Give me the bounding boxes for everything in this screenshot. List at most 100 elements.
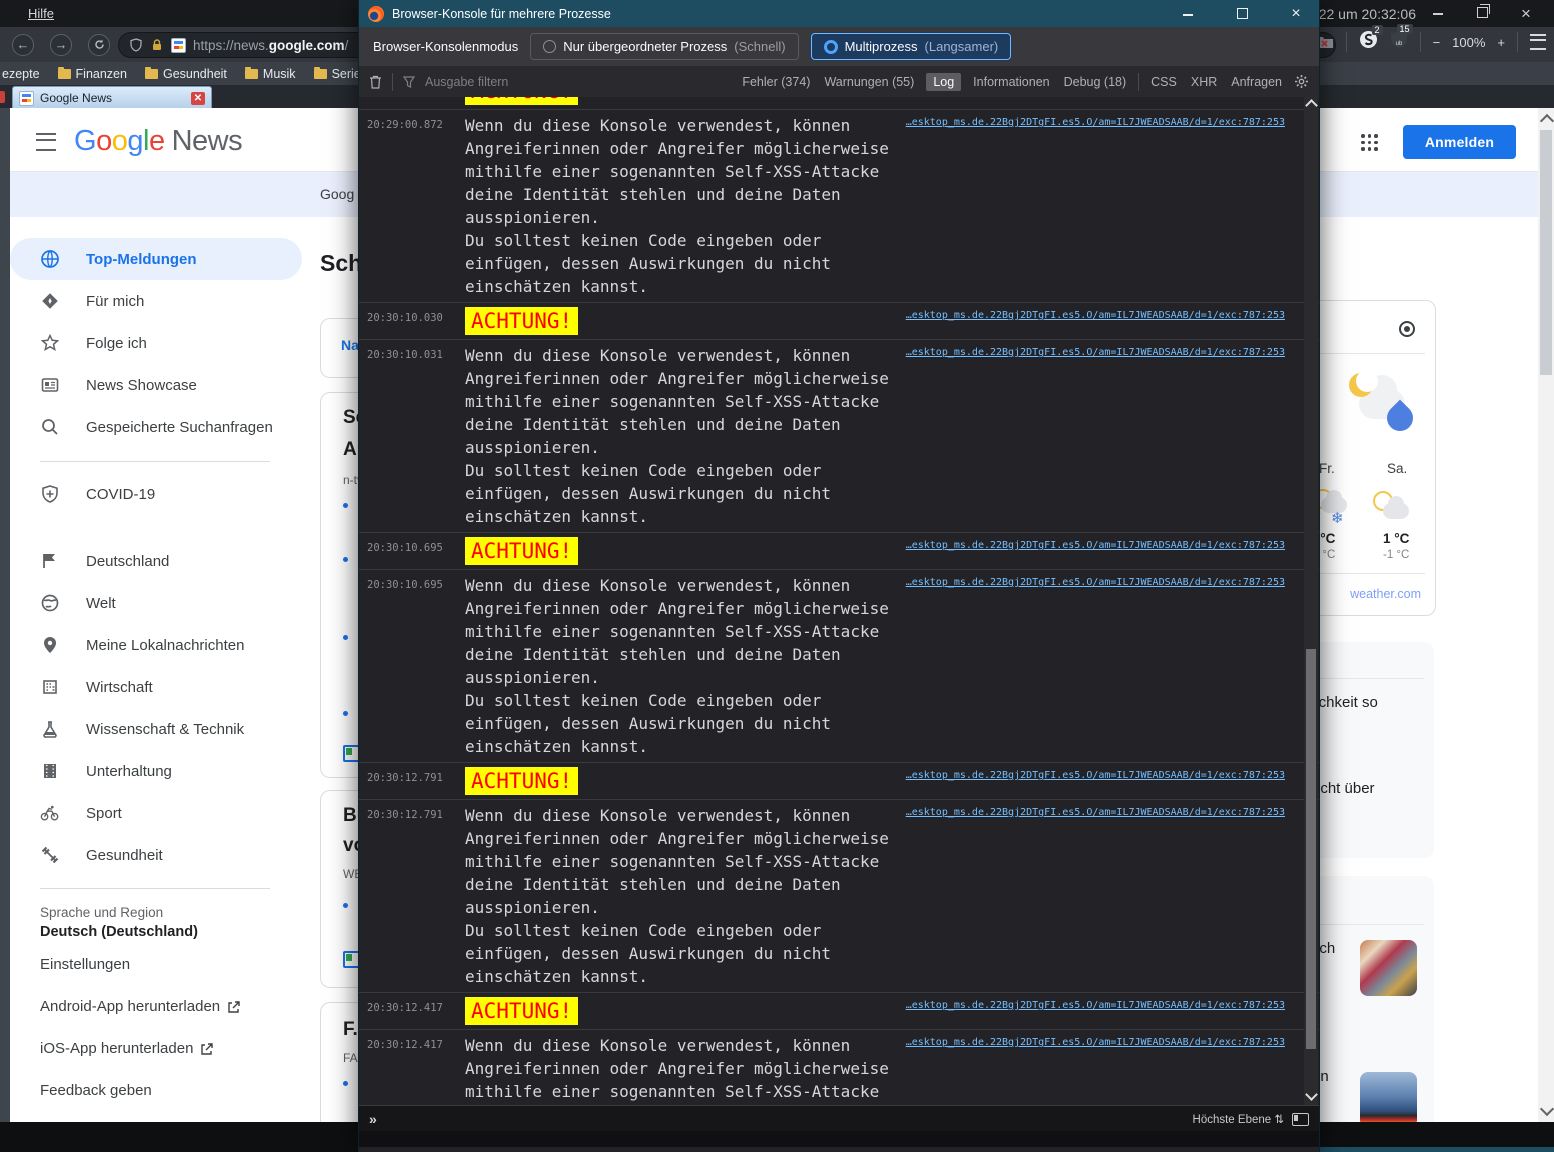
sidebar-item-deutschland[interactable]: Deutschland: [10, 540, 302, 582]
reload-button[interactable]: [88, 34, 110, 56]
clear-output-icon[interactable]: [369, 75, 382, 89]
mode-option-multiprocess[interactable]: Multiprozess (Langsamer): [810, 33, 1012, 60]
zoom-in-button[interactable]: +: [1497, 35, 1505, 50]
sidebar-item-covid-19[interactable]: COVID-19: [10, 473, 302, 515]
sidebar-item-gesundheit[interactable]: Gesundheit: [10, 834, 302, 876]
bookmark-folder[interactable]: Musik: [244, 66, 296, 81]
filter-css[interactable]: CSS: [1149, 73, 1179, 91]
zoom-out-button[interactable]: −: [1433, 35, 1441, 50]
console-scroll-down-arrow[interactable]: [1305, 1088, 1318, 1101]
dumbbell-icon: [40, 845, 60, 865]
zoom-level[interactable]: 100%: [1452, 35, 1485, 50]
console-maximize-button[interactable]: [1219, 6, 1265, 22]
log-entry-warning-body: 20:29:00.872 Wenn du diese Konsole verwen…: [359, 110, 1319, 303]
weather-com-link[interactable]: weather.com: [1350, 587, 1421, 601]
diamond-icon: [40, 291, 60, 311]
window-left-edge: [0, 108, 10, 1122]
back-button[interactable]: ←: [12, 34, 34, 56]
article-title-fragment[interactable]: lichkeit so: [1312, 694, 1378, 711]
card-tab-label[interactable]: Na: [341, 337, 359, 353]
filter-informationen[interactable]: Informationen: [971, 73, 1051, 91]
log-source-link[interactable]: …esktop_ms.de.22Bgj2DTgFI.es5.O/am=IL7JW…: [906, 117, 1285, 128]
window-minimize-button[interactable]: [1416, 5, 1460, 22]
partial-tab-close[interactable]: [0, 91, 5, 103]
sidebar-item-welt[interactable]: Welt: [10, 582, 302, 624]
tab-close-button[interactable]: ✕: [191, 91, 205, 105]
globe-grid-icon: [40, 249, 60, 269]
scroll-down-arrow[interactable]: [1539, 1101, 1554, 1117]
page-scrollbar[interactable]: [1538, 108, 1554, 1122]
article-thumbnail[interactable]: [1360, 940, 1417, 996]
log-source-link[interactable]: …esktop_ms.de.22Bgj2DTgFI.es5.O/am=IL7JW…: [906, 770, 1285, 781]
covid-shield-icon: [40, 484, 60, 504]
console-scrollbar-thumb[interactable]: [1306, 649, 1316, 1049]
bookmark-folder[interactable]: Gesundheit: [144, 66, 227, 81]
log-source-link[interactable]: …esktop_ms.de.22Bgj2DTgFI.es5.O/am=IL7JW…: [906, 540, 1285, 551]
log-source-link[interactable]: …esktop_ms.de.22Bgj2DTgFI.es5.O/am=IL7JW…: [906, 807, 1285, 818]
google-news-logo[interactable]: Google News: [74, 125, 243, 158]
mode-option-parent-process[interactable]: Nur übergeordneter Prozess (Schnell): [530, 33, 799, 60]
filter-warnungen[interactable]: Warnungen (55): [822, 73, 916, 91]
log-timestamp: [367, 97, 465, 105]
tab-google-news[interactable]: Google News ✕: [12, 86, 212, 109]
filter-debug[interactable]: Debug (18): [1062, 73, 1129, 91]
menu-hilfe[interactable]: Hilfe: [28, 6, 54, 21]
sidebar-item-ios-app[interactable]: iOS-App herunterladen: [40, 1040, 214, 1057]
console-scroll-up-arrow[interactable]: [1305, 99, 1318, 112]
navbar-right-cluster: 2 ub 15 − 100% +: [1316, 24, 1546, 54]
apps-grid-icon[interactable]: [1361, 134, 1378, 151]
ublock-icon[interactable]: ub 15: [1390, 24, 1413, 54]
forward-button[interactable]: →: [50, 34, 72, 56]
log-source-link[interactable]: …esktop_ms.de.22Bgj2DTgFI.es5.O/am=IL7JW…: [906, 1037, 1285, 1048]
split-console-icon[interactable]: [1292, 1112, 1309, 1126]
scroll-up-arrow[interactable]: [1539, 113, 1554, 129]
window-close-button[interactable]: ×: [1504, 4, 1548, 24]
log-source-link[interactable]: …esktop_ms.de.22Bgj2DTgFI.es5.O/am=IL7JW…: [906, 347, 1285, 358]
sidebar-item-android-app[interactable]: Android-App herunterladen: [40, 998, 240, 1015]
filter-fehler[interactable]: Fehler (374): [740, 73, 812, 91]
console-minimize-button[interactable]: [1165, 6, 1211, 22]
settings-gear-icon[interactable]: [1294, 74, 1309, 89]
sidebar-item-wirtschaft[interactable]: Wirtschaft: [10, 666, 302, 708]
extension-s-icon[interactable]: 2: [1359, 25, 1383, 54]
log-source-link[interactable]: …esktop_ms.de.22Bgj2DTgFI.es5.O/am=IL7JW…: [906, 310, 1285, 321]
console-close-button[interactable]: ×: [1273, 5, 1319, 23]
hamburger-menu-icon[interactable]: [1530, 34, 1546, 50]
window-restore-button[interactable]: [1460, 4, 1504, 22]
log-entry-warning-title: 20:30:12.417 ACHTUNG! …esktop_ms.de.22Bgj2…: [359, 993, 1319, 1030]
log-timestamp: 20:30:10.030: [367, 312, 443, 324]
filter-log[interactable]: Log: [926, 72, 962, 91]
filter-xhr[interactable]: XHR: [1189, 73, 1219, 91]
sign-in-button[interactable]: Anmelden: [1403, 125, 1516, 159]
sidebar-item-einstellungen[interactable]: Einstellungen: [40, 956, 130, 973]
log-source-link[interactable]: …esktop_ms.de.22Bgj2DTgFI.es5.O/am=IL7JW…: [906, 1000, 1285, 1011]
evaluation-context-selector[interactable]: Höchste Ebene ⇅: [1193, 1112, 1284, 1126]
sidebar-item-wissenschaft[interactable]: Wissenschaft & Technik: [10, 708, 302, 750]
weather-day: Fr.: [1319, 461, 1335, 476]
sidebar-item-sport[interactable]: Sport: [10, 792, 302, 834]
sidebar-item-feedback[interactable]: Feedback geben: [40, 1082, 152, 1099]
snowflake-icon: ❄: [1331, 510, 1344, 527]
language-region-value[interactable]: Deutsch (Deutschland): [40, 924, 198, 940]
location-target-icon[interactable]: [1399, 321, 1415, 337]
sidebar-item-fuer-mich[interactable]: Für mich: [10, 280, 302, 322]
article-title-fragment[interactable]: richt über: [1312, 780, 1375, 797]
sidebar-item-top-meldungen[interactable]: Top-Meldungen: [10, 238, 302, 280]
filter-anfragen[interactable]: Anfragen: [1229, 73, 1284, 91]
sidebar-item-gespeicherte-suchanfragen[interactable]: Gespeicherte Suchanfragen: [10, 406, 302, 448]
sidebar-item-news-showcase[interactable]: News Showcase: [10, 364, 302, 406]
menu-hamburger-icon[interactable]: [36, 133, 56, 151]
scrollbar-thumb[interactable]: [1540, 130, 1552, 375]
log-entry-warning-title: 20:30:10.030 ACHTUNG! …esktop_ms.de.22Bgj2…: [359, 303, 1319, 340]
sidebar-item-unterhaltung[interactable]: Unterhaltung: [10, 750, 302, 792]
log-source-link[interactable]: …esktop_ms.de.22Bgj2DTgFI.es5.O/am=IL7JW…: [906, 577, 1285, 588]
sidebar-item-folge-ich[interactable]: Folge ich: [10, 322, 302, 364]
console-prompt[interactable]: »: [369, 1111, 377, 1127]
article-thumbnail[interactable]: [1360, 1072, 1417, 1128]
bookmark-folder[interactable]: ezepte: [2, 67, 40, 81]
sidebar-item-lokalnachrichten[interactable]: Meine Lokalnachrichten: [10, 624, 302, 666]
console-scrollbar[interactable]: [1304, 97, 1318, 1105]
filter-funnel-icon: [403, 75, 415, 88]
bookmark-folder[interactable]: Finanzen: [57, 66, 127, 81]
filter-input[interactable]: Ausgabe filtern: [425, 75, 508, 89]
